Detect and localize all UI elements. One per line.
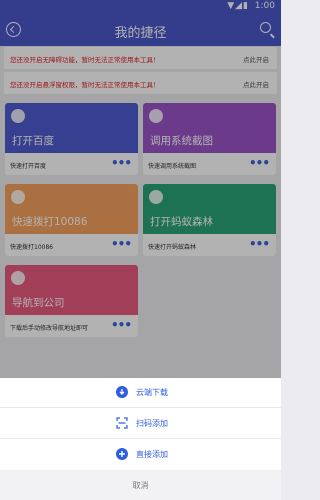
modal-scrim[interactable] [0, 0, 281, 378]
cancel-label: 取消 [132, 481, 149, 490]
sheet-item-label: 扫码添加 [136, 419, 168, 428]
scan-icon [116, 417, 128, 429]
cancel-button[interactable]: 取消 [0, 470, 281, 500]
bottom-sheet: 云端下载 扫码添加 直接添加 取消 [0, 378, 281, 500]
sheet-item-label: 直接添加 [136, 450, 168, 459]
sheet-item-scan-add[interactable]: 扫码添加 [0, 409, 281, 439]
add-circle-icon [116, 448, 128, 460]
sheet-item-cloud-download[interactable]: 云端下载 [0, 378, 281, 408]
cloud-download-icon [116, 386, 128, 398]
sheet-item-label: 云端下载 [136, 388, 168, 397]
sheet-item-direct-add[interactable]: 直接添加 [0, 440, 281, 470]
